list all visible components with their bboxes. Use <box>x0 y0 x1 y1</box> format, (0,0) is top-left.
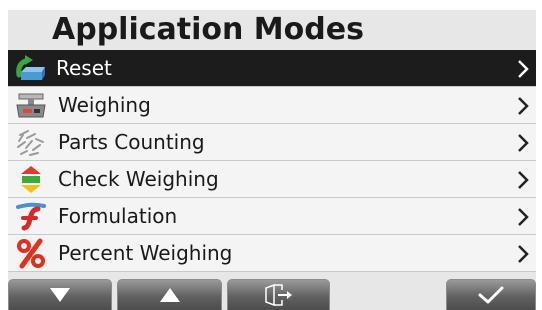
chevron-right-icon <box>516 206 530 228</box>
menu-item-parts-counting[interactable]: Parts Counting <box>8 124 536 161</box>
menu-item-label: Formulation <box>58 204 178 228</box>
page-title: Application Modes <box>52 12 364 47</box>
menu-item-label: Reset <box>56 56 112 80</box>
check-weighing-icon <box>14 164 48 195</box>
menu-item-check-weighing[interactable]: Check Weighing <box>8 161 536 198</box>
menu-item-label: Percent Weighing <box>58 241 233 265</box>
confirm-button[interactable] <box>446 279 536 310</box>
scroll-up-button[interactable] <box>117 279 222 310</box>
arrow-up-icon <box>159 288 180 302</box>
reset-icon <box>14 53 48 84</box>
exit-button[interactable] <box>227 279 330 310</box>
percent-icon <box>14 238 48 269</box>
exit-icon <box>264 284 292 306</box>
checkmark-icon <box>478 286 504 304</box>
menu-item-formulation[interactable]: Formulation <box>8 198 536 235</box>
chevron-right-icon <box>516 95 530 117</box>
scroll-down-button[interactable] <box>8 279 112 310</box>
menu-item-label: Check Weighing <box>58 167 219 191</box>
application-modes-screen: Application Modes Reset Weighing Parts C… <box>8 10 536 310</box>
chevron-right-icon <box>516 169 530 191</box>
title-bar: Application Modes <box>8 10 536 50</box>
formulation-icon <box>14 201 48 232</box>
menu-item-label: Weighing <box>58 93 151 117</box>
parts-icon <box>14 127 48 158</box>
menu-item-label: Parts Counting <box>58 130 205 154</box>
menu-item-reset[interactable]: Reset <box>8 50 536 87</box>
scale-icon <box>14 90 48 121</box>
chevron-right-icon <box>516 132 530 154</box>
chevron-right-icon <box>516 58 530 80</box>
menu-item-weighing[interactable]: Weighing <box>8 87 536 124</box>
menu-item-percent-weighing[interactable]: Percent Weighing <box>8 235 536 272</box>
chevron-right-icon <box>516 243 530 265</box>
mode-list: Reset Weighing Parts Counting Check Weig… <box>8 50 536 272</box>
arrow-down-icon <box>50 288 70 302</box>
softkey-bar <box>8 279 536 310</box>
